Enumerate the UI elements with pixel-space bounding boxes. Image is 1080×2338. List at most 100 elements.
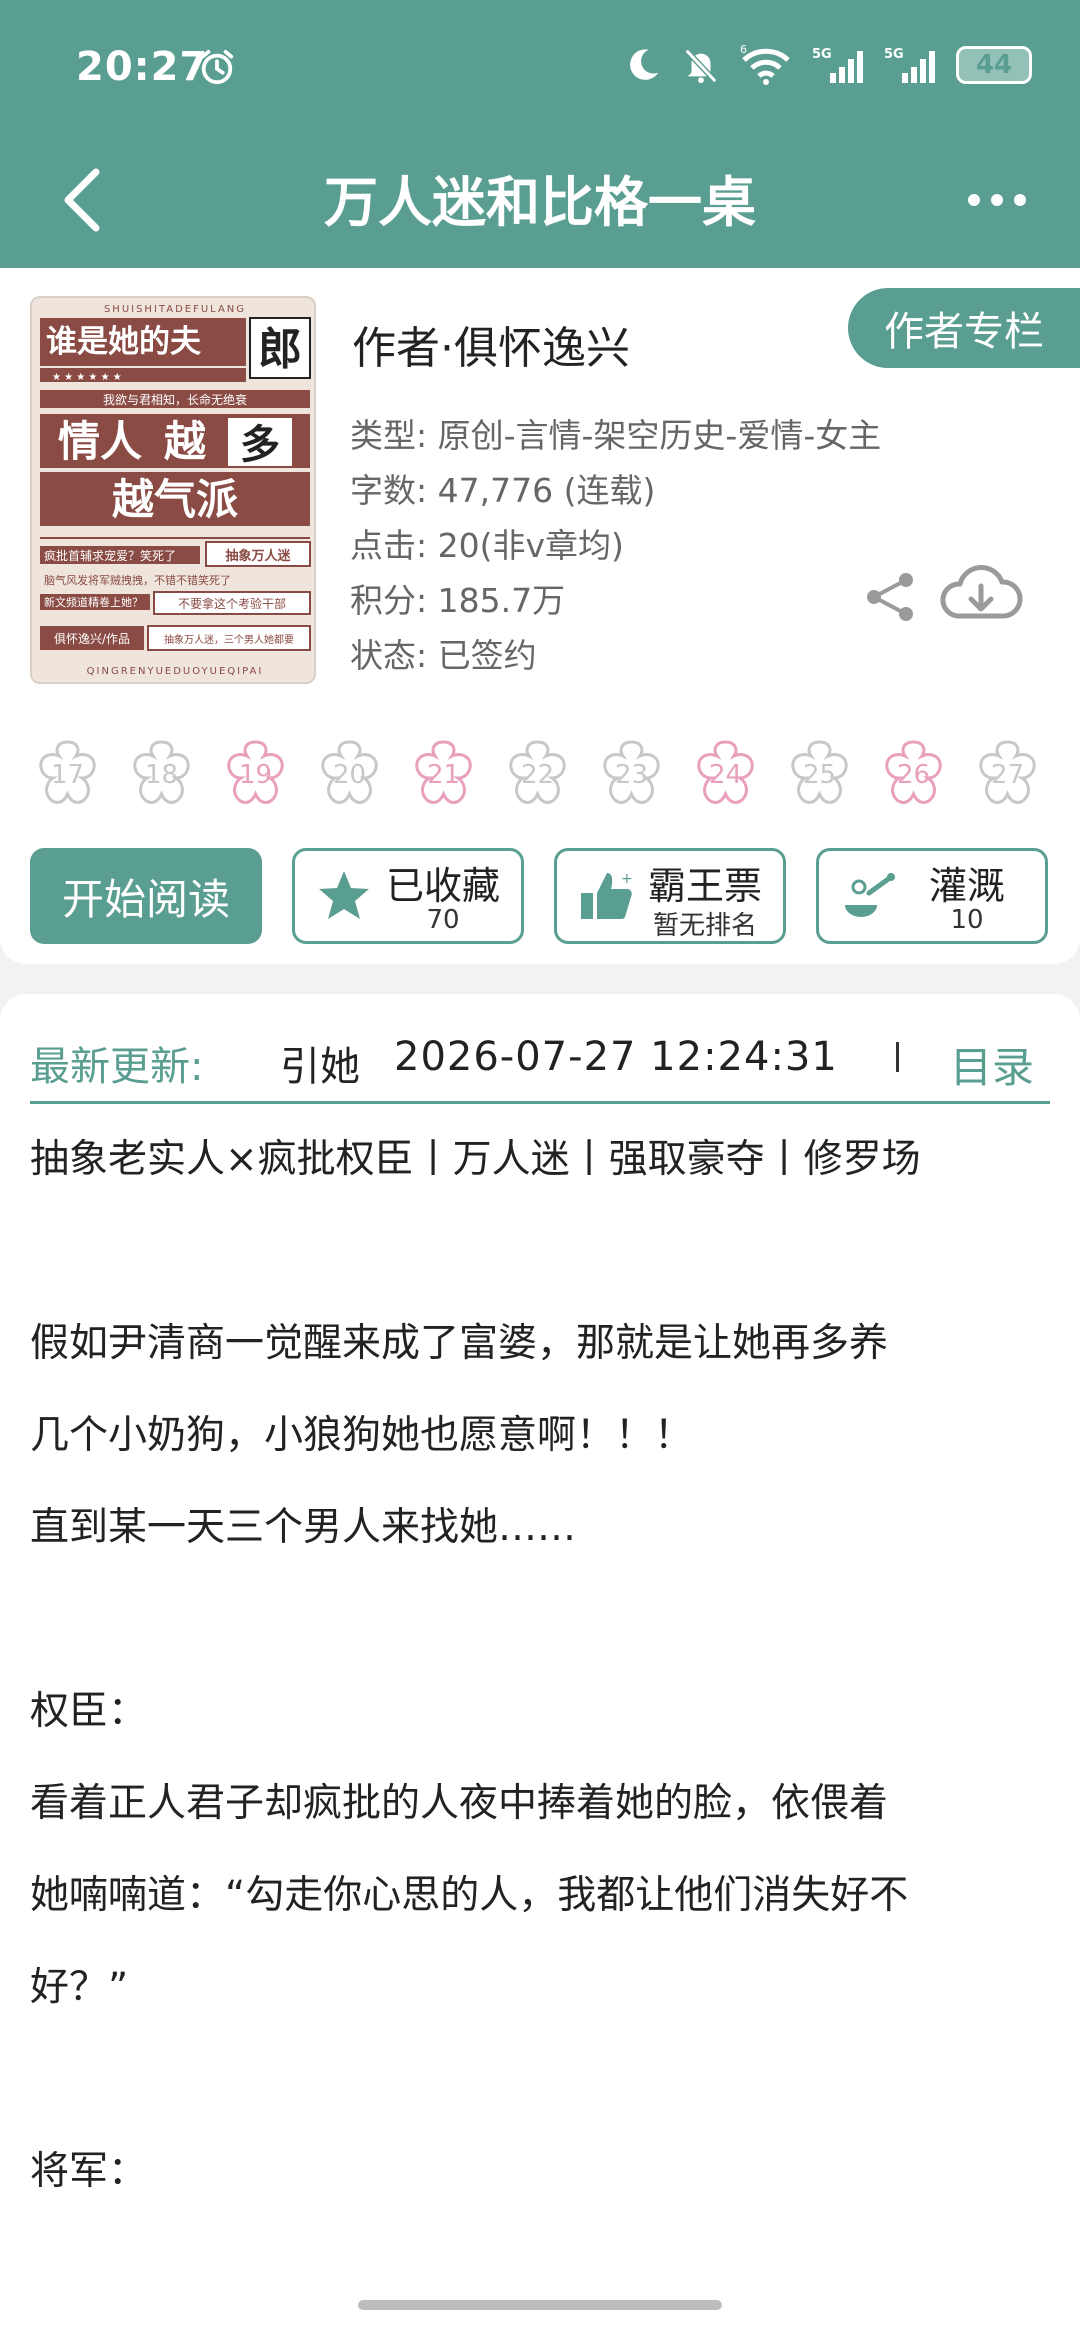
share-icon[interactable]: [862, 568, 920, 626]
calendar-day: 20: [312, 736, 387, 816]
calendar-day-number: 27: [990, 760, 1025, 790]
description-card: 最新更新: 引她 2026-07-27 12:24:31 目录 抽象老实人×疯批…: [0, 994, 1080, 2338]
battery-level: 44: [975, 50, 1013, 80]
description-line: 权臣：: [30, 1689, 148, 1734]
calendar-day: 25: [782, 736, 857, 816]
favorite-label: 已收藏: [385, 864, 500, 908]
meta-clicks: 点击: 20(非v章均): [350, 526, 624, 565]
watering-label: 灌溉: [928, 864, 1005, 908]
svg-text:多: 多: [240, 422, 280, 468]
description-line: 她喃喃道：“勾走你心思的人，我都让他们消失好不: [30, 1873, 909, 1918]
start-reading-label: 开始阅读: [61, 874, 230, 924]
svg-text:5G: 5G: [812, 47, 832, 62]
calendar-day: 26: [876, 736, 951, 816]
status-icons: 6 5G 5G 44: [624, 40, 1032, 90]
home-indicator[interactable]: [358, 2300, 722, 2310]
book-description: 抽象老实人×疯批权臣丨万人迷丨强取豪夺丨修罗场 假如尹清商一觉醒来成了富婆，那就是…: [30, 1114, 1060, 2218]
thumbs-up-icon: +: [581, 871, 633, 919]
table-of-contents-link[interactable]: 目录: [950, 1034, 1034, 1095]
calendar-day: 19: [218, 736, 293, 816]
svg-text:抽象万人迷，三个男人她都要: 抽象万人迷，三个男人她都要: [164, 633, 294, 646]
update-calendar: 17 18 19 20 21 22 23 24 25 26 27: [30, 736, 1080, 836]
svg-text:俱怀逸兴/作品: 俱怀逸兴/作品: [54, 631, 130, 646]
svg-text:脑气风发将军贼拽拽，不错不错笑死了: 脑气风发将军贼拽拽，不错不错笑死了: [44, 573, 231, 587]
calendar-day-number: 17: [50, 760, 85, 790]
meta-state: 状态: 已签约: [350, 636, 537, 675]
author-column-button[interactable]: 作者专栏: [848, 288, 1080, 368]
description-line: 直到某一天三个男人来找她……: [30, 1505, 577, 1550]
description-line: 假如尹清商一觉醒来成了富婆，那就是让她再多养: [30, 1321, 889, 1366]
battery-indicator: 44: [956, 46, 1032, 84]
star-icon: [319, 871, 369, 919]
favorite-count: 70: [426, 905, 460, 935]
calendar-day-number: 20: [332, 760, 367, 790]
favorite-button[interactable]: 已收藏 70: [292, 848, 524, 944]
calendar-day-number: 22: [520, 760, 555, 790]
description-line: [30, 1206, 1060, 1298]
ticket-button[interactable]: + 霸王票 暂无排名: [554, 848, 786, 944]
divider: [896, 1042, 899, 1072]
watering-button[interactable]: 灌溉 10: [816, 848, 1048, 944]
watering-count: 10: [950, 905, 984, 935]
latest-update-row[interactable]: 最新更新: 引她 2026-07-27 12:24:31 目录: [30, 1014, 1050, 1104]
calendar-day: 24: [688, 736, 763, 816]
description-line: 几个小奶狗，小狼狗她也愿意啊！！！: [30, 1413, 694, 1458]
book-meta: 类型: 原创-言情-架空历史-爱情-女主 字数: 47,776 (连载) 点击:…: [350, 408, 881, 683]
svg-text:越气派: 越气派: [112, 475, 238, 524]
calendar-day-number: 26: [896, 760, 931, 790]
calendar-day-number: 24: [708, 760, 743, 790]
description-line: 抽象老实人×疯批权臣丨万人迷丨强取豪夺丨修罗场: [30, 1137, 921, 1182]
ticket-label: 霸王票: [647, 864, 762, 908]
svg-text:情人: 情人: [58, 417, 142, 466]
svg-text:谁是她的夫: 谁是她的夫: [46, 324, 202, 360]
description-line: [30, 1574, 1060, 1666]
calendar-day-number: 23: [614, 760, 649, 790]
meta-score: 积分: 185.7万: [350, 581, 566, 620]
calendar-day-number: 25: [802, 760, 837, 790]
svg-text:疯批首辅求宠爱？笑死了: 疯批首辅求宠爱？笑死了: [44, 548, 176, 563]
calendar-day-number: 18: [144, 760, 179, 790]
moon-icon: [630, 49, 659, 80]
more-options-icon[interactable]: [962, 170, 1032, 230]
book-cover-art: SHUISHITADEFULANG 谁是她的夫 郎 ★ ★ ★ ★ ★ ★ 我欲…: [32, 298, 314, 682]
page-title: 万人迷和比格一桌: [324, 171, 756, 234]
latest-update-label: 最新更新:: [30, 1044, 204, 1090]
mute-bell-icon: [684, 48, 718, 84]
calendar-day: 27: [970, 736, 1045, 816]
cloud-download-icon[interactable]: [938, 558, 1024, 632]
author-name[interactable]: 作者·俱怀逸兴: [352, 312, 630, 376]
start-reading-button[interactable]: 开始阅读: [30, 848, 262, 944]
calendar-day: 23: [594, 736, 669, 816]
meta-type: 类型: 原创-言情-架空历史-爱情-女主: [350, 416, 882, 455]
description-line: 将军：: [30, 2149, 148, 2194]
description-line: 好？”: [30, 1965, 129, 2010]
calendar-day-number: 21: [426, 760, 461, 790]
top-bar: 20:27 6 5G 5G 44 万人迷和比格一桌: [0, 0, 1080, 268]
svg-text:越: 越: [164, 417, 207, 466]
status-time: 20:27: [76, 44, 209, 90]
latest-chapter-title[interactable]: 引她: [280, 1034, 360, 1092]
svg-text:★ ★ ★ ★ ★ ★: ★ ★ ★ ★ ★ ★: [52, 372, 122, 383]
wifi-icon: 6: [740, 44, 790, 85]
description-line: 看着正人君子却疯批的人夜中捧着她的脸，依偎着: [30, 1781, 889, 1826]
svg-text:新文频道精卷上她？: 新文频道精卷上她？: [44, 595, 143, 609]
alarm-icon: [200, 49, 234, 85]
book-cover[interactable]: SHUISHITADEFULANG 谁是她的夫 郎 ★ ★ ★ ★ ★ ★ 我欲…: [30, 296, 316, 684]
meta-words: 字数: 47,776 (连载): [350, 471, 656, 510]
svg-text:QINGRENYUEDUOYUEQIPAI: QINGRENYUEDUOYUEQIPAI: [87, 666, 264, 677]
svg-text:SHUISHITADEFULANG: SHUISHITADEFULANG: [104, 304, 246, 315]
nav-bar: 万人迷和比格一桌: [0, 130, 1080, 268]
calendar-day: 22: [500, 736, 575, 816]
calendar-day: 18: [124, 736, 199, 816]
watering-can-icon: [845, 873, 895, 917]
svg-text:+: +: [621, 871, 633, 887]
author-column-label: 作者专栏: [884, 309, 1044, 355]
calendar-day-number: 19: [238, 760, 273, 790]
status-bar: 20:27 6 5G 5G 44: [0, 0, 1080, 130]
svg-text:郎: 郎: [258, 324, 302, 375]
ticket-rank: 暂无排名: [652, 911, 757, 941]
description-line: [30, 2034, 1060, 2126]
latest-update-time: 2026-07-27 12:24:31: [394, 1034, 838, 1080]
svg-text:我欲与君相知，长命无绝衰: 我欲与君相知，长命无绝衰: [103, 392, 247, 407]
calendar-day: 17: [30, 736, 105, 816]
